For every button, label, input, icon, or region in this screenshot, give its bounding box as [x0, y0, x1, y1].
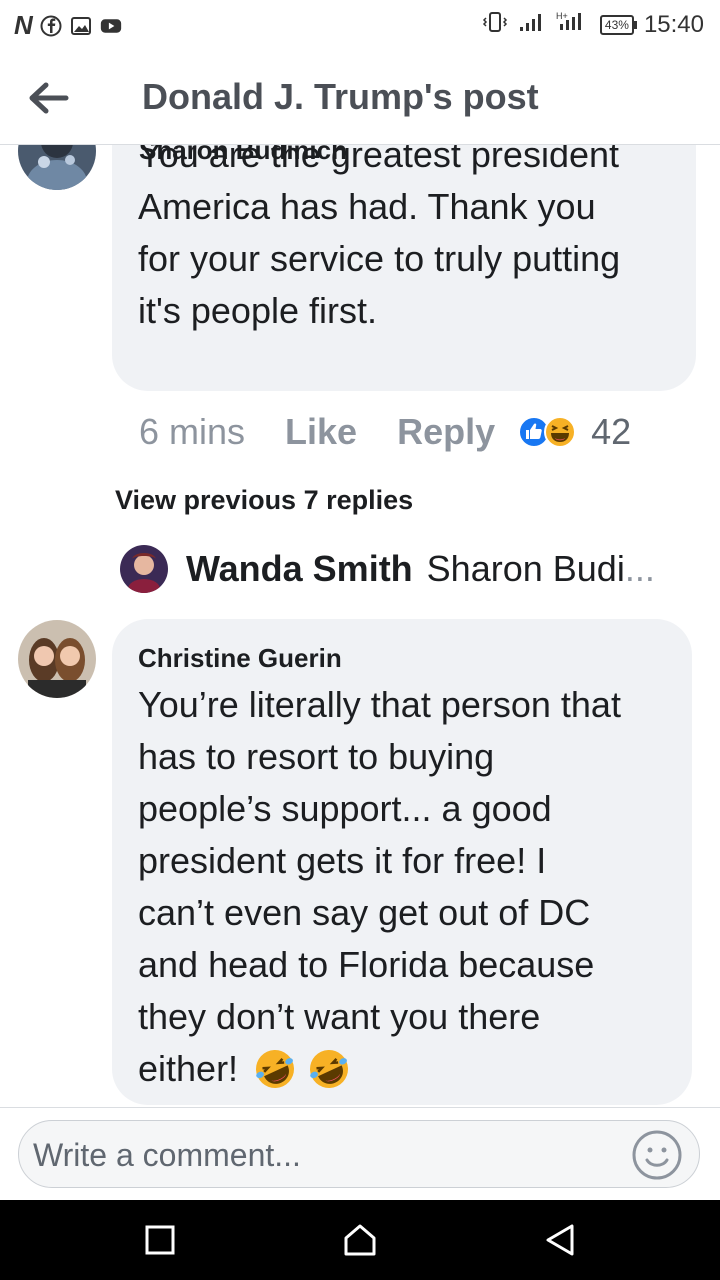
comment-meta: 6 mins Like Reply 42 [139, 411, 631, 453]
comment-input-placeholder: Write a comment... [33, 1137, 301, 1173]
comment-text-line: and head to Florida because [138, 944, 595, 985]
reply-snippet: Sharon Budi [426, 548, 625, 589]
comment-last-line: either! [138, 1043, 621, 1095]
signal-icon-2: H+ [556, 10, 590, 39]
comment-author[interactable]: Christine Guerin [138, 643, 342, 674]
reactions-summary[interactable]: 42 [517, 411, 631, 453]
comment-text-line: either! [138, 1048, 239, 1089]
clock: 15:40 [643, 10, 704, 38]
avatar[interactable] [120, 545, 168, 593]
home-icon[interactable] [340, 1220, 380, 1260]
reply-preview[interactable]: Wanda Smith Sharon Budi... [120, 545, 655, 593]
comment-text-line: You’re literally that person that [138, 684, 621, 725]
comment-bubble[interactable]: Christine Guerin You’re literally that p… [112, 619, 692, 1105]
reply-button[interactable]: Reply [397, 411, 495, 453]
gallery-icon [70, 15, 92, 37]
reaction-count: 42 [591, 411, 632, 452]
comment-text-line: You are the greatest president [138, 145, 620, 175]
back-arrow-icon[interactable] [26, 78, 70, 118]
youtube-icon [100, 15, 122, 37]
comments-list[interactable]: Sharon Budinich You are the greatest pre… [0, 145, 720, 1107]
comment-time: 6 mins [139, 411, 246, 452]
facebook-icon [40, 15, 62, 37]
page-title: Donald J. Trump's post [142, 76, 539, 117]
comment-text-line: they don’t want you there [138, 996, 541, 1037]
comment-text-line: it's people first. [138, 290, 377, 331]
haha-reaction-icon [544, 416, 577, 448]
comment-text-line: can’t even say get out of DC [138, 892, 591, 933]
status-bar: N H+ 43% 15:40 [0, 0, 720, 50]
vibrate-icon [482, 10, 508, 39]
reply-author[interactable]: Wanda Smith [186, 548, 413, 590]
system-nav-bar [0, 1200, 720, 1280]
netflix-n-icon: N [14, 10, 33, 40]
comment-text-line: president gets it for free! I [138, 840, 547, 881]
emoji-icon[interactable] [631, 1129, 683, 1181]
comment-bubble[interactable]: Sharon Budinich You are the greatest pre… [112, 145, 696, 391]
signal-icon [518, 11, 546, 38]
recents-square-icon[interactable] [140, 1220, 180, 1260]
comment-text-line: people’s support... a good [138, 788, 552, 829]
comment-text-line: for your service to truly putting [138, 238, 621, 279]
rolling-laughing-emoji-icon [256, 1050, 295, 1088]
rolling-laughing-emoji-icon [310, 1050, 349, 1088]
view-previous-replies-link[interactable]: View previous 7 replies [115, 485, 413, 516]
battery-indicator: 43% [599, 14, 637, 35]
comment-input[interactable]: Write a comment... [18, 1120, 700, 1188]
like-button[interactable]: Like [285, 411, 357, 453]
comment-composer: Write a comment... [0, 1107, 720, 1201]
reply-ellipsis: ... [624, 548, 655, 589]
back-triangle-icon[interactable] [540, 1220, 580, 1260]
avatar[interactable] [18, 620, 96, 698]
avatar[interactable] [18, 145, 96, 190]
svg-text:H+: H+ [556, 11, 568, 21]
comment-text-line: America has had. Thank you [138, 186, 596, 227]
comment-text-line: has to resort to buying [138, 736, 495, 777]
app-header: Donald J. Trump's post [0, 50, 720, 145]
